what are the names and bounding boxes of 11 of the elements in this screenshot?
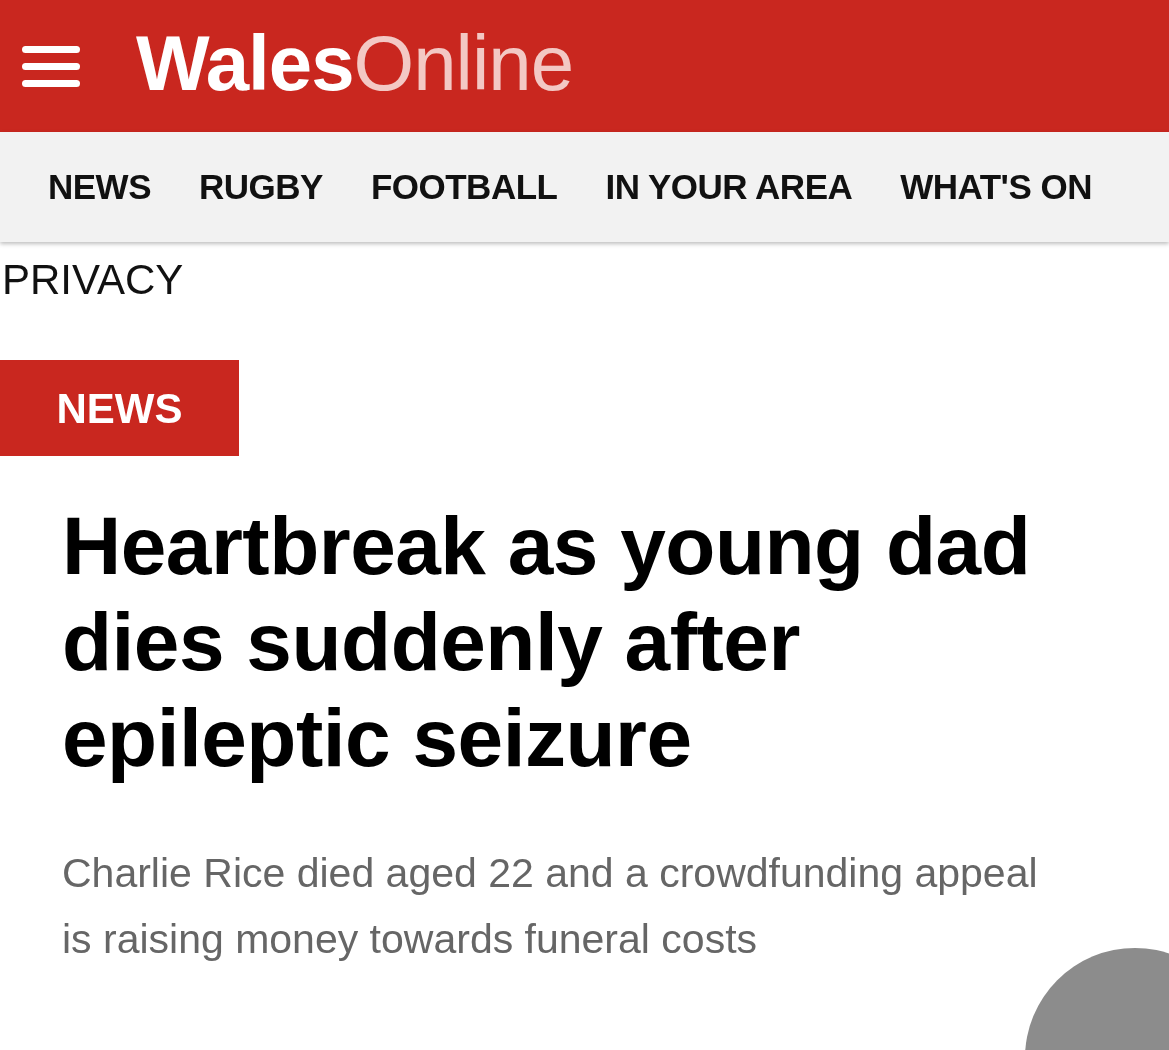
nav-link[interactable]: RUGBY [199,160,323,214]
nav-link[interactable]: PRIVACY [2,254,184,306]
nav-link[interactable]: WHAT'S ON [900,160,1092,214]
headline: Heartbreak as young dad dies suddenly after epileptic seizure [62,499,1032,785]
nav-link[interactable]: FOOTBALL [370,160,558,214]
standfirst: Charlie Rice died aged 22 and a crowdfunding appeal is raising money towards funeral costs [62,849,1039,964]
menu-icon[interactable] [22,43,80,89]
section-tag[interactable]: NEWS [0,360,239,456]
nav-link[interactable]: IN YOUR AREA [605,160,853,214]
nav-link[interactable]: NEWS [48,160,151,214]
site-logo[interactable]: WalesOnline [136,24,573,102]
